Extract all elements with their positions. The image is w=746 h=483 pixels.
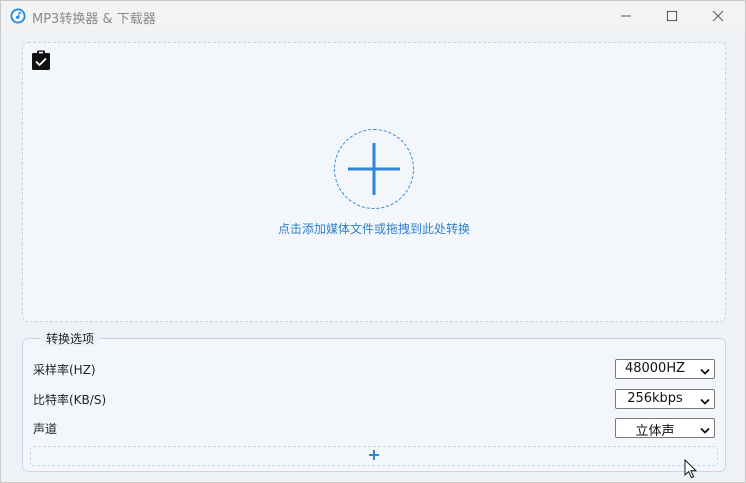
app-window: MP3转换器 & 下载器 点击添加媒体文件或拖拽到此处转换 转换选项 采样率(H… xyxy=(0,0,746,483)
chevron-down-icon xyxy=(700,395,710,409)
conversion-options-group: 转换选项 采样率(HZ) 48000HZ 比特率(KB/S) 256kbps 声… xyxy=(22,332,726,472)
close-icon xyxy=(712,10,724,22)
plus-icon xyxy=(368,449,380,464)
bitrate-value: 256kbps xyxy=(627,391,683,406)
minimize-icon xyxy=(620,10,632,22)
main-content: 点击添加媒体文件或拖拽到此处转换 转换选项 采样率(HZ) 48000HZ 比特… xyxy=(1,31,745,482)
channel-row: 声道 立体声 xyxy=(33,418,715,439)
add-file-button[interactable] xyxy=(334,129,414,209)
file-drop-zone[interactable]: 点击添加媒体文件或拖拽到此处转换 xyxy=(22,42,726,322)
channel-select[interactable]: 立体声 xyxy=(615,418,715,439)
title-bar[interactable]: MP3转换器 & 下载器 xyxy=(1,1,745,31)
bitrate-row: 比特率(KB/S) 256kbps xyxy=(33,389,715,409)
drop-hint-text[interactable]: 点击添加媒体文件或拖拽到此处转换 xyxy=(23,220,725,237)
chevron-down-icon xyxy=(700,365,710,379)
channel-label: 声道 xyxy=(33,422,58,436)
maximize-icon xyxy=(666,10,678,22)
sample-rate-value: 48000HZ xyxy=(624,361,686,376)
chevron-down-icon xyxy=(700,424,710,438)
mouse-cursor-icon xyxy=(684,458,698,482)
minimize-button[interactable] xyxy=(603,1,649,31)
bitrate-label: 比特率(KB/S) xyxy=(33,393,107,407)
music-note-icon xyxy=(10,8,26,24)
add-option-button[interactable] xyxy=(30,446,718,466)
clipboard-check-icon[interactable] xyxy=(31,49,51,71)
channel-value: 立体声 xyxy=(635,424,675,439)
sample-rate-row: 采样率(HZ) 48000HZ xyxy=(33,359,715,379)
options-legend: 转换选项 xyxy=(41,332,100,346)
bitrate-select[interactable]: 256kbps xyxy=(615,389,715,409)
window-title: MP3转换器 & 下载器 xyxy=(32,12,156,27)
sample-rate-select[interactable]: 48000HZ xyxy=(615,359,715,379)
sample-rate-label: 采样率(HZ) xyxy=(33,363,96,377)
maximize-button[interactable] xyxy=(649,1,695,31)
close-button[interactable] xyxy=(695,1,741,31)
